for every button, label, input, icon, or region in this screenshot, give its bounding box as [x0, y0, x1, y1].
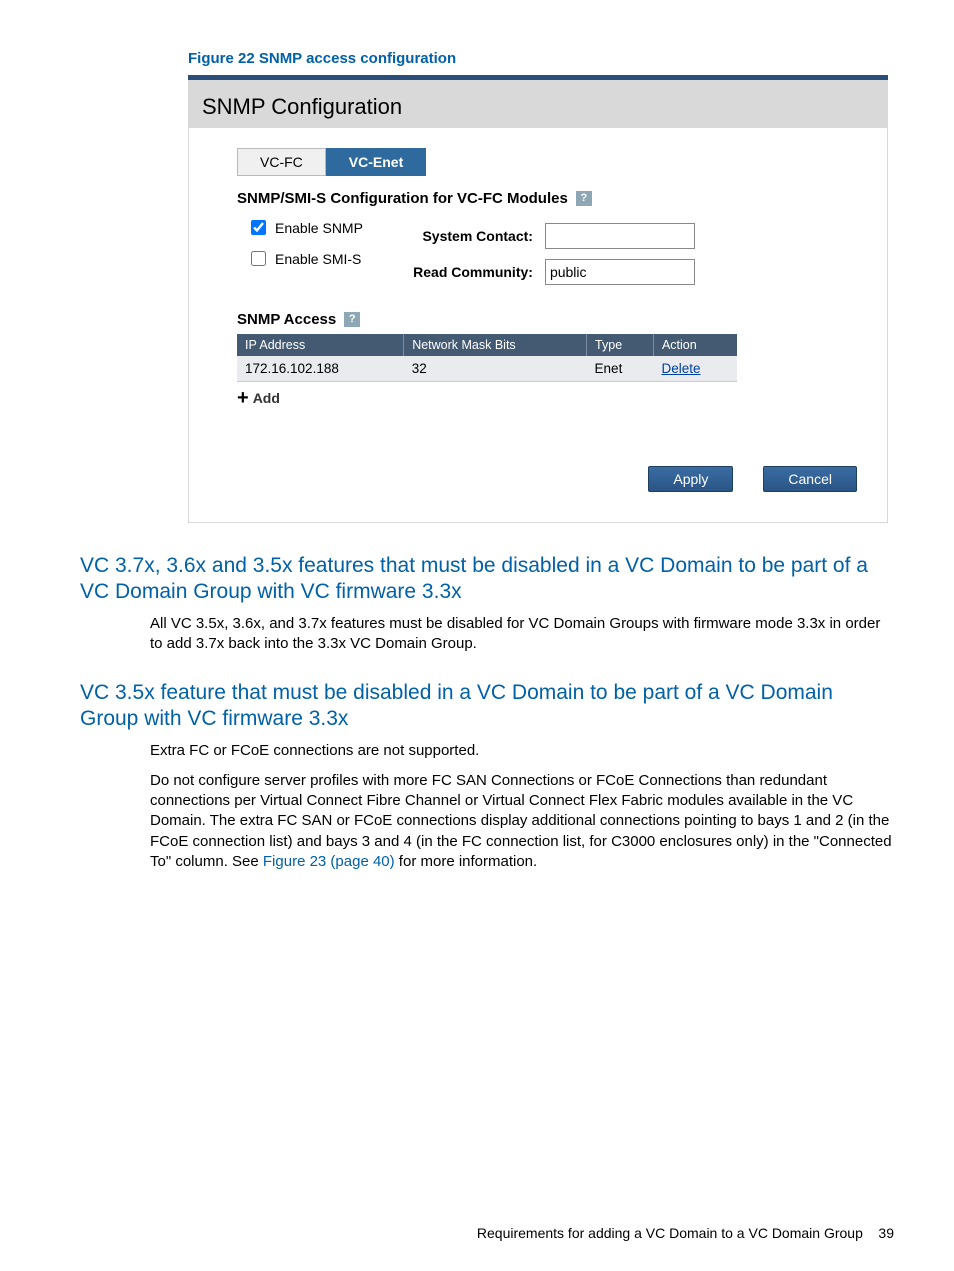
cell-action: Delete: [653, 356, 737, 382]
tab-vc-enet[interactable]: VC-Enet: [326, 148, 426, 176]
text-run: for more information.: [395, 853, 538, 870]
system-contact-label: System Contact:: [403, 228, 533, 244]
read-community-label: Read Community:: [403, 264, 533, 280]
figure-caption: Figure 22 SNMP access configuration: [188, 50, 894, 67]
module-section-title: SNMP/SMI-S Configuration for VC-FC Modul…: [237, 190, 568, 207]
apply-button[interactable]: Apply: [648, 466, 733, 492]
enable-snmp-checkbox[interactable]: [251, 220, 266, 235]
help-icon[interactable]: ?: [576, 191, 592, 206]
col-action: Action: [653, 334, 737, 356]
body-paragraph: Do not configure server profiles with mo…: [150, 771, 894, 872]
footer-page-number: 39: [878, 1225, 894, 1241]
table-row: 172.16.102.188 32 Enet Delete: [237, 356, 737, 382]
figure-link[interactable]: Figure 23 (page 40): [263, 853, 395, 870]
panel-body: VC-FC VC-Enet SNMP/SMI-S Configuration f…: [188, 128, 888, 523]
help-icon[interactable]: ?: [344, 312, 360, 327]
read-community-input[interactable]: [545, 259, 695, 285]
col-type: Type: [587, 334, 654, 356]
snmp-access-table: IP Address Network Mask Bits Type Action…: [237, 334, 737, 382]
footer-text: Requirements for adding a VC Domain to a…: [477, 1225, 863, 1241]
section-heading-1: VC 3.7x, 3.6x and 3.5x features that mus…: [80, 553, 894, 606]
add-label: Add: [253, 390, 280, 406]
enable-smis-text: Enable SMI-S: [275, 251, 361, 267]
cell-type: Enet: [587, 356, 654, 382]
cell-mask: 32: [404, 356, 587, 382]
tab-vc-fc[interactable]: VC-FC: [237, 148, 326, 176]
enable-snmp-label[interactable]: Enable SNMP: [247, 217, 363, 238]
cell-ip: 172.16.102.188: [237, 356, 404, 382]
panel-title: SNMP Configuration: [188, 80, 888, 128]
body-paragraph: Extra FC or FCoE connections are not sup…: [150, 741, 894, 761]
section-heading-2: VC 3.5x feature that must be disabled in…: [80, 680, 894, 733]
col-mask: Network Mask Bits: [404, 334, 587, 356]
col-ip: IP Address: [237, 334, 404, 356]
body-paragraph: All VC 3.5x, 3.6x, and 3.7x features mus…: [150, 614, 894, 655]
snmp-access-title: SNMP Access: [237, 311, 336, 328]
tabs: VC-FC VC-Enet: [237, 148, 857, 176]
delete-link[interactable]: Delete: [661, 361, 700, 376]
plus-icon: +: [237, 391, 249, 405]
system-contact-input[interactable]: [545, 223, 695, 249]
enable-smis-checkbox[interactable]: [251, 251, 266, 266]
enable-snmp-text: Enable SNMP: [275, 220, 363, 236]
cancel-button[interactable]: Cancel: [763, 466, 857, 492]
page-footer: Requirements for adding a VC Domain to a…: [477, 1225, 894, 1241]
snmp-config-panel: SNMP Configuration VC-FC VC-Enet SNMP/SM…: [188, 75, 888, 523]
add-button[interactable]: + Add: [237, 390, 280, 406]
enable-smis-label[interactable]: Enable SMI-S: [247, 248, 363, 269]
